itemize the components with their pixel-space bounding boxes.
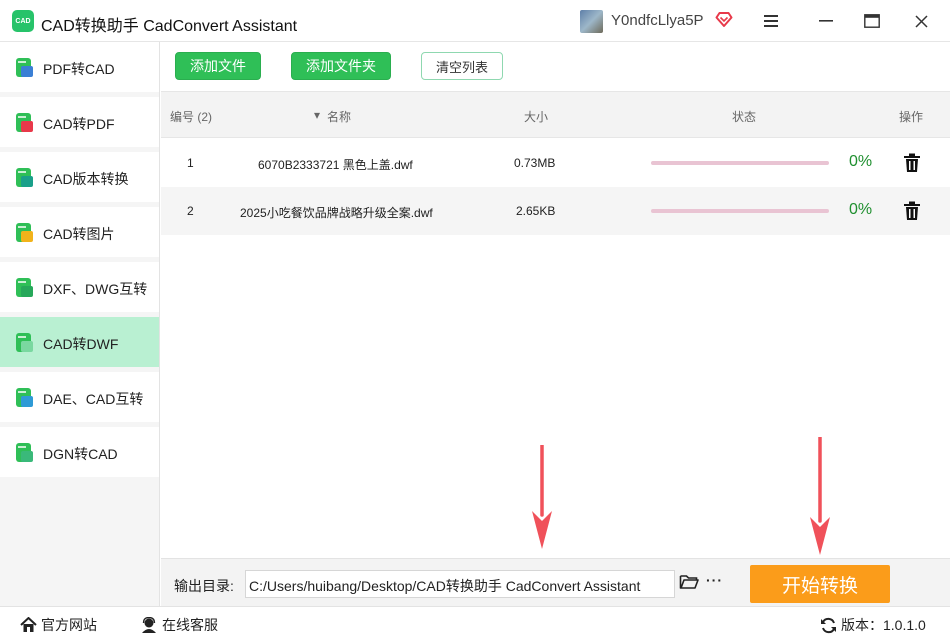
sidebar-item-dgn-to-cad[interactable]: DGN转CAD: [0, 427, 159, 477]
toolbar: 添加文件 添加文件夹 清空列表: [161, 42, 950, 92]
dgn-file-icon: [16, 443, 33, 462]
add-file-button[interactable]: 添加文件: [175, 52, 261, 80]
sidebar-item-dae-cad[interactable]: DAE、CAD互转: [0, 372, 159, 422]
app-logo-icon: CAD: [12, 10, 34, 32]
sidebar-item-label: PDF转CAD: [43, 61, 115, 77]
output-path-input[interactable]: C:/Users/huibang/Desktop/CAD转换助手 CadConv…: [245, 570, 675, 598]
progress-percent: 0%: [849, 153, 873, 170]
user-avatar[interactable]: [580, 10, 603, 33]
table-header: 编号 (2) ▾ 名称 大小 状态 操作: [161, 92, 950, 138]
menu-icon[interactable]: [760, 10, 782, 32]
row-size: 2.65KB: [516, 204, 556, 218]
close-icon[interactable]: [910, 10, 932, 32]
sidebar-item-label: CAD转图片: [43, 226, 115, 242]
column-size[interactable]: 大小: [524, 108, 548, 125]
dxf-file-icon: [16, 278, 33, 297]
sidebar-item-label: CAD转PDF: [43, 116, 115, 132]
vip-heart-icon[interactable]: [714, 9, 734, 29]
official-website-link[interactable]: 官方网站: [20, 615, 97, 635]
output-label: 输出目录:: [174, 578, 234, 594]
image-file-icon: [16, 223, 33, 242]
sidebar-item-label: CAD转DWF: [43, 336, 119, 352]
output-bar: 输出目录: C:/Users/huibang/Desktop/CAD转换助手 C…: [161, 558, 950, 606]
dwf-file-icon: [16, 333, 33, 352]
sort-down-icon[interactable]: ▾: [314, 108, 320, 122]
maximize-icon[interactable]: [861, 10, 883, 32]
clear-list-button[interactable]: 清空列表: [421, 52, 503, 80]
row-filename: 2025小吃餐饮品牌战略升级全案.dwf: [240, 206, 433, 220]
online-support-label: 在线客服: [162, 617, 218, 633]
sidebar-item-pdf-to-cad[interactable]: PDF转CAD: [0, 42, 159, 92]
version-info[interactable]: 版本：1.0.1.0: [820, 615, 926, 635]
progress-bar: [651, 161, 829, 165]
row-index: 2: [187, 204, 194, 218]
arrow-down-icon: [810, 437, 830, 555]
refresh-icon: [821, 617, 836, 633]
column-name[interactable]: 名称: [327, 108, 351, 125]
row-filename: 6070B2333721 黑色上盖.dwf: [258, 158, 413, 172]
row-size: 0.73MB: [514, 156, 556, 170]
version-file-icon: [16, 168, 33, 187]
sidebar-item-label: DGN转CAD: [43, 446, 118, 462]
cad-pdf-file-icon: [16, 113, 33, 132]
minimize-icon[interactable]: [815, 10, 837, 32]
add-folder-button[interactable]: 添加文件夹: [291, 52, 391, 80]
trash-icon[interactable]: [903, 153, 921, 173]
title-bar: CAD CAD转换助手 CadConvert Assistant Y0ndfcL…: [0, 0, 950, 42]
status-bar: 官方网站 在线客服 版本：1.0.1.0: [0, 606, 950, 640]
support-agent-icon: [142, 616, 156, 633]
progress-percent: 0%: [849, 201, 873, 218]
official-website-label: 官方网站: [41, 617, 97, 633]
column-status: 状态: [732, 110, 757, 124]
pdf-file-icon: [16, 58, 33, 77]
table-row[interactable]: 1 6070B2333721 黑色上盖.dwf 0.73MB 0%: [161, 139, 950, 187]
arrow-down-icon: [532, 445, 552, 549]
sidebar: PDF转CAD CAD转PDF CAD版本转换 CAD转图片 DXF、DWG互转…: [0, 42, 160, 606]
folder-open-icon[interactable]: [679, 573, 699, 591]
table-row[interactable]: 2 2025小吃餐饮品牌战略升级全案.dwf 2.65KB 0%: [161, 187, 950, 235]
sidebar-item-cad-version[interactable]: CAD版本转换: [0, 152, 159, 202]
start-convert-button[interactable]: 开始转换: [750, 565, 890, 603]
sidebar-item-cad-to-pdf[interactable]: CAD转PDF: [0, 97, 159, 147]
column-index[interactable]: 编号 (2): [170, 108, 212, 125]
trash-icon[interactable]: [903, 201, 921, 221]
dae-file-icon: [16, 388, 33, 407]
sidebar-item-dxf-dwg[interactable]: DXF、DWG互转: [0, 262, 159, 312]
sidebar-item-cad-to-dwf[interactable]: CAD转DWF: [0, 317, 159, 367]
sidebar-item-cad-to-image[interactable]: CAD转图片: [0, 207, 159, 257]
progress-bar: [651, 209, 829, 213]
sidebar-item-label: CAD版本转换: [43, 171, 129, 187]
version-label: 版本：1.0.1.0: [841, 617, 926, 633]
username[interactable]: Y0ndfcLlya5P: [611, 12, 704, 29]
column-action: 操作: [899, 110, 924, 124]
row-index: 1: [187, 156, 194, 170]
more-icon[interactable]: ···: [706, 572, 723, 588]
home-icon: [20, 617, 37, 632]
online-support-link[interactable]: 在线客服: [140, 615, 218, 635]
app-title: CAD转换助手 CadConvert Assistant: [41, 18, 298, 35]
sidebar-item-label: DAE、CAD互转: [43, 391, 144, 407]
sidebar-item-label: DXF、DWG互转: [43, 281, 148, 297]
